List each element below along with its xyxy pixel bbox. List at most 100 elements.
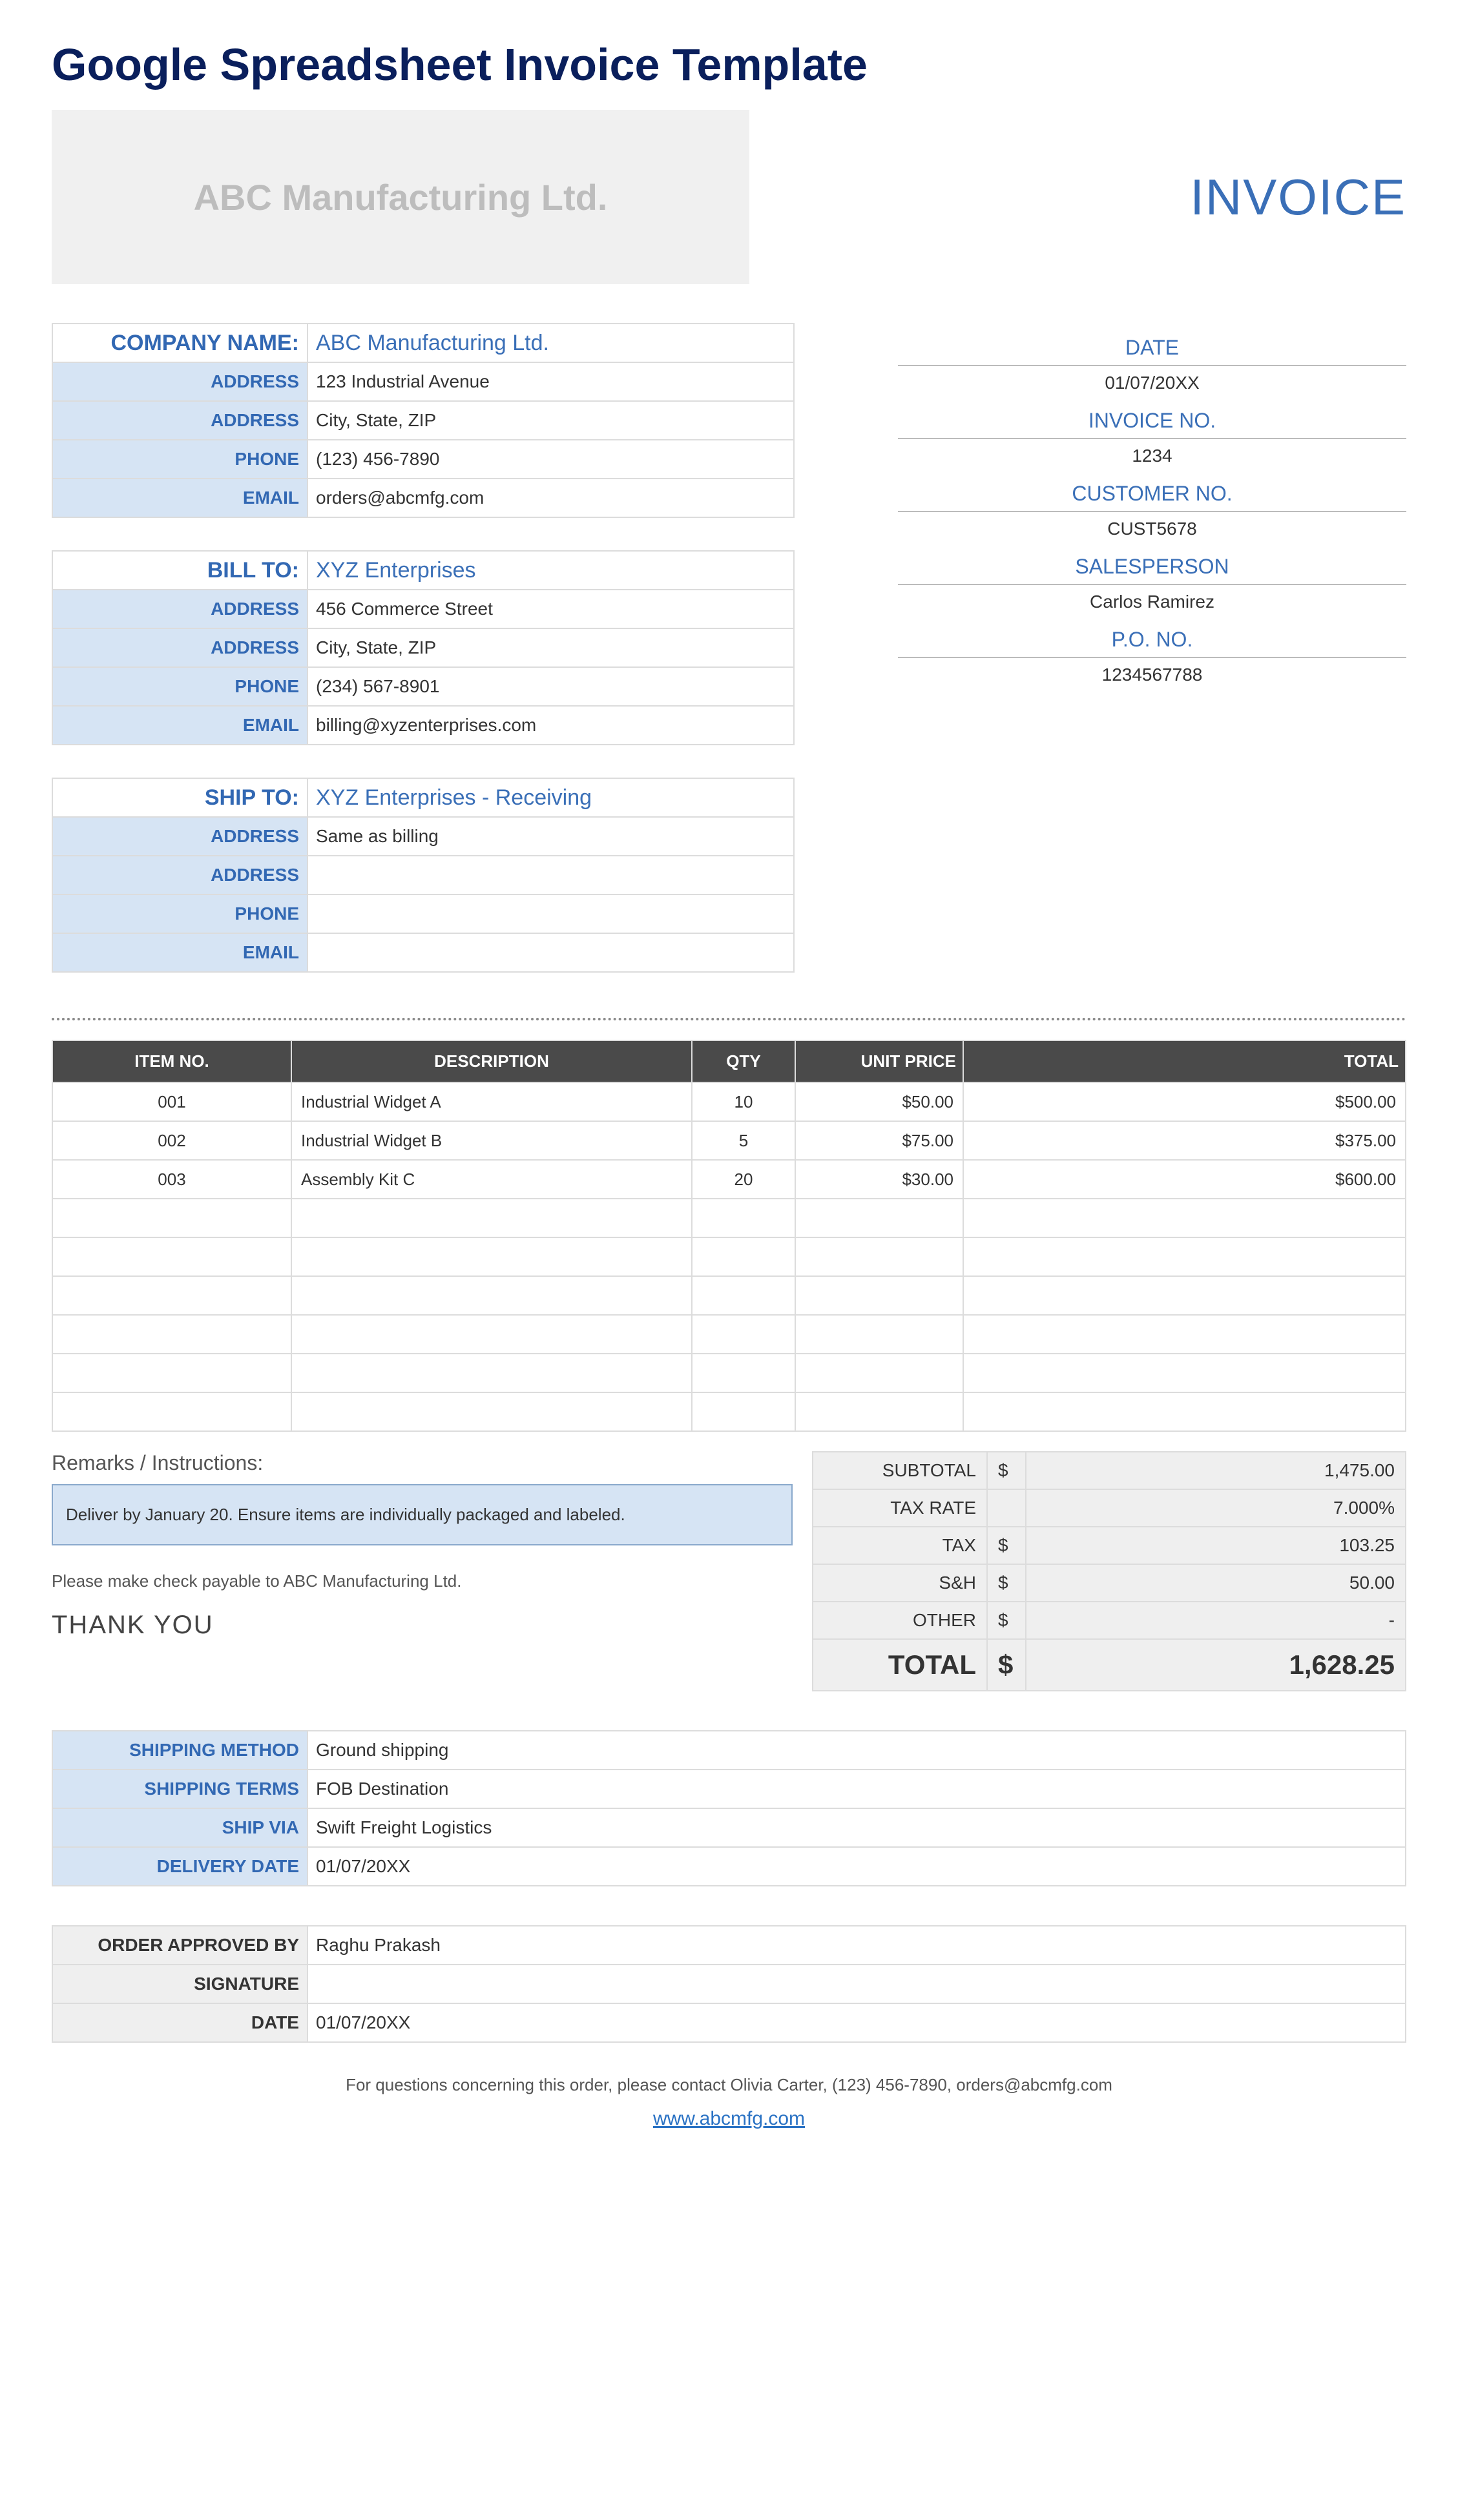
shipping-block: SHIPPING METHODGround shippingSHIPPING T… <box>52 1730 1406 1886</box>
th-total: TOTAL <box>963 1040 1406 1082</box>
total-value: 50.00 <box>1026 1564 1406 1602</box>
cell-desc: Industrial Widget B <box>291 1121 692 1160</box>
header-value: ABC Manufacturing Ltd. <box>307 324 794 362</box>
field-label: SHIPPING METHOD <box>52 1731 307 1770</box>
field-value: 456 Commerce Street <box>307 590 794 628</box>
field-label: EMAIL <box>52 479 307 517</box>
cell-total <box>963 1199 1406 1237</box>
totals-table: SUBTOTAL$1,475.00TAX RATE7.000%TAX$103.2… <box>812 1451 1406 1691</box>
meta-value: 01/07/20XX <box>898 373 1406 393</box>
header-value: XYZ Enterprises <box>307 551 794 590</box>
meta-item: CUSTOMER NO. CUST5678 <box>898 482 1406 539</box>
field-label: DELIVERY DATE <box>52 1847 307 1886</box>
total-sym: $ <box>987 1564 1026 1602</box>
totals-row: TAX RATE 7.000% <box>813 1489 1406 1527</box>
total-value: 7.000% <box>1026 1489 1406 1527</box>
total-label: OTHER <box>813 1602 987 1639</box>
table-row <box>52 1237 1406 1276</box>
header-label: BILL TO: <box>52 551 307 590</box>
cell-total <box>963 1392 1406 1431</box>
field-value: (123) 456-7890 <box>307 440 794 479</box>
cell-desc <box>291 1237 692 1276</box>
footer-text: For questions concerning this order, ple… <box>52 2075 1406 2095</box>
meta-label: DATE <box>898 336 1406 366</box>
field-label: SHIP VIA <box>52 1808 307 1847</box>
header-label: COMPANY NAME: <box>52 324 307 362</box>
field-label: EMAIL <box>52 706 307 745</box>
field-value: (234) 567-8901 <box>307 667 794 706</box>
approval-block: ORDER APPROVED BYRaghu PrakashSIGNATURED… <box>52 1925 1406 2043</box>
total-value: 103.25 <box>1026 1527 1406 1564</box>
field-label: EMAIL <box>52 933 307 972</box>
meta-column: DATE 01/07/20XX INVOICE NO.1234 CUSTOMER NO… <box>898 323 1406 1005</box>
total-sym: $ <box>987 1639 1026 1691</box>
field-label: ADDRESS <box>52 401 307 440</box>
cell-item <box>52 1276 291 1315</box>
cell-price: $75.00 <box>795 1121 963 1160</box>
meta-value: CUST5678 <box>898 519 1406 539</box>
th-desc: DESCRIPTION <box>291 1040 692 1082</box>
field-value <box>307 894 794 933</box>
field-label: ADDRESS <box>52 628 307 667</box>
cell-total: $600.00 <box>963 1160 1406 1199</box>
totals-row: S&H$50.00 <box>813 1564 1406 1602</box>
total-label: TAX RATE <box>813 1489 987 1527</box>
field-label: ORDER APPROVED BY <box>52 1926 307 1965</box>
table-row: 002Industrial Widget B5$75.00$375.00 <box>52 1121 1406 1160</box>
field-value: 123 Industrial Avenue <box>307 362 794 401</box>
header-value: XYZ Enterprises - Receiving <box>307 778 794 817</box>
meta-item: INVOICE NO.1234 <box>898 409 1406 466</box>
cell-price <box>795 1354 963 1392</box>
cell-desc <box>291 1199 692 1237</box>
cell-qty <box>692 1199 795 1237</box>
cell-desc <box>291 1354 692 1392</box>
total-label: TAX <box>813 1527 987 1564</box>
total-label: TOTAL <box>813 1639 987 1691</box>
field-label: DATE <box>52 2003 307 2042</box>
meta-label: P.O. NO. <box>898 628 1406 658</box>
field-value: 01/07/20XX <box>307 2003 1406 2042</box>
cell-price <box>795 1276 963 1315</box>
total-value: - <box>1026 1602 1406 1639</box>
meta-item: DATE 01/07/20XX <box>898 336 1406 393</box>
cell-desc <box>291 1276 692 1315</box>
table-row: 001Industrial Widget A10$50.00$500.00 <box>52 1082 1406 1121</box>
cell-desc: Assembly Kit C <box>291 1160 692 1199</box>
cell-item: 003 <box>52 1160 291 1199</box>
totals-row: OTHER$- <box>813 1602 1406 1639</box>
shipto-block: SHIP TO:XYZ Enterprises - ReceivingADDRE… <box>52 778 795 973</box>
meta-value: 1234567788 <box>898 665 1406 685</box>
field-label: SHIPPING TERMS <box>52 1770 307 1808</box>
cell-desc <box>291 1315 692 1354</box>
items-table: ITEM NO. DESCRIPTION QTY UNIT PRICE TOTA… <box>52 1040 1406 1432</box>
field-label: ADDRESS <box>52 590 307 628</box>
field-value <box>307 856 794 894</box>
field-value: billing@xyzenterprises.com <box>307 706 794 745</box>
th-item: ITEM NO. <box>52 1040 291 1082</box>
field-value <box>307 933 794 972</box>
total-sym: $ <box>987 1452 1026 1489</box>
cell-price: $50.00 <box>795 1082 963 1121</box>
meta-value: Carlos Ramirez <box>898 592 1406 612</box>
cell-desc: Industrial Widget A <box>291 1082 692 1121</box>
th-price: UNIT PRICE <box>795 1040 963 1082</box>
total-sym <box>987 1489 1026 1527</box>
cell-total: $375.00 <box>963 1121 1406 1160</box>
cell-price: $30.00 <box>795 1160 963 1199</box>
field-value: orders@abcmfg.com <box>307 479 794 517</box>
cell-price <box>795 1237 963 1276</box>
field-value: 01/07/20XX <box>307 1847 1406 1886</box>
total-sym: $ <box>987 1527 1026 1564</box>
meta-label: CUSTOMER NO. <box>898 482 1406 512</box>
meta-item: SALESPERSONCarlos Ramirez <box>898 555 1406 612</box>
footer-link[interactable]: www.abcmfg.com <box>52 2108 1406 2130</box>
table-row <box>52 1354 1406 1392</box>
payable-text: Please make check payable to ABC Manufac… <box>52 1571 793 1591</box>
cell-qty <box>692 1237 795 1276</box>
field-value: Raghu Prakash <box>307 1926 1406 1965</box>
table-row <box>52 1276 1406 1315</box>
field-label: SIGNATURE <box>52 1965 307 2003</box>
cell-qty <box>692 1276 795 1315</box>
cell-total <box>963 1315 1406 1354</box>
cell-total <box>963 1354 1406 1392</box>
